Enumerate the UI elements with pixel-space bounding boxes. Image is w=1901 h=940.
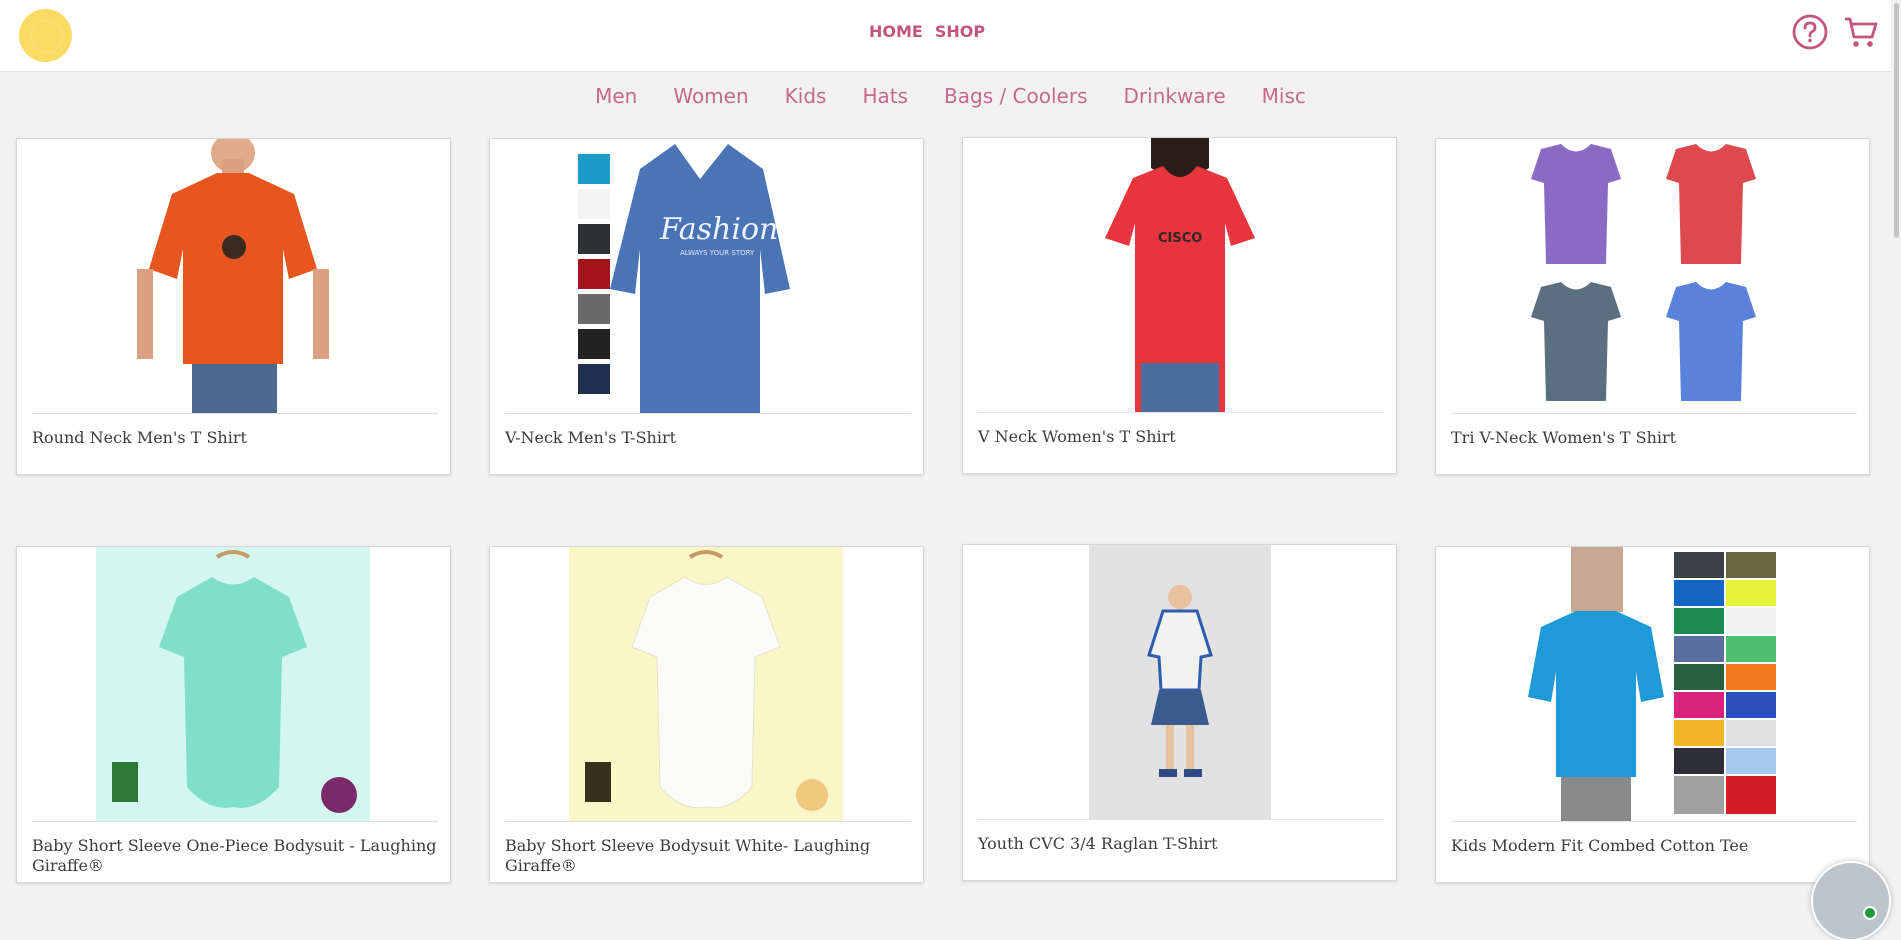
category-nav: Men Women Kids Hats Bags / Coolers Drink… [0, 84, 1901, 108]
category-bags-coolers[interactable]: Bags / Coolers [944, 84, 1088, 108]
online-status-dot [1863, 906, 1877, 920]
category-men[interactable]: Men [595, 84, 637, 108]
product-card[interactable]: Youth CVC 3/4 Raglan T-Shirt [962, 544, 1397, 881]
product-image[interactable] [17, 139, 450, 413]
chat-widget-avatar[interactable] [1811, 861, 1891, 940]
product-image[interactable]: Fashion ALWAYS YOUR STORY [490, 139, 923, 413]
shirt-graphic-text: CISCO [1158, 231, 1202, 246]
product-title[interactable]: Baby Short Sleeve Bodysuit White- Laughi… [505, 821, 911, 876]
product-title[interactable]: Baby Short Sleeve One-Piece Bodysuit - L… [32, 821, 438, 876]
logo[interactable] [19, 9, 72, 62]
product-image[interactable]: CISCO [963, 138, 1396, 412]
category-misc[interactable]: Misc [1262, 84, 1306, 108]
product-card[interactable]: Baby Short Sleeve One-Piece Bodysuit - L… [16, 546, 451, 883]
product-image[interactable] [490, 547, 923, 821]
shirt-graphic-text: Fashion [659, 212, 778, 247]
top-nav: HOME SHOP [869, 22, 985, 41]
product-title[interactable]: Kids Modern Fit Combed Cotton Tee [1451, 821, 1857, 856]
product-image[interactable] [963, 545, 1396, 819]
category-women[interactable]: Women [673, 84, 748, 108]
scrollbar-thumb[interactable] [1894, 3, 1899, 238]
product-title[interactable]: V Neck Women's T Shirt [978, 412, 1384, 447]
site-header: HOME SHOP [0, 0, 1901, 72]
product-image[interactable] [17, 547, 450, 821]
category-kids[interactable]: Kids [785, 84, 827, 108]
category-drinkware[interactable]: Drinkware [1124, 84, 1226, 108]
help-icon[interactable] [1792, 14, 1828, 50]
product-title[interactable]: V-Neck Men's T-Shirt [505, 413, 911, 448]
product-title[interactable]: Tri V-Neck Women's T Shirt [1451, 413, 1857, 448]
product-title[interactable]: Youth CVC 3/4 Raglan T-Shirt [978, 819, 1384, 854]
nav-home-link[interactable]: HOME [869, 22, 923, 41]
product-image[interactable] [1436, 139, 1869, 413]
product-image[interactable] [1436, 547, 1869, 821]
product-title[interactable]: Round Neck Men's T Shirt [32, 413, 438, 448]
product-card[interactable]: Fashion ALWAYS YOUR STORY V-Neck Men's T… [489, 138, 924, 475]
nav-shop-link[interactable]: SHOP [935, 22, 985, 41]
product-card[interactable]: Kids Modern Fit Combed Cotton Tee [1435, 546, 1870, 883]
category-hats[interactable]: Hats [862, 84, 908, 108]
product-card[interactable]: Round Neck Men's T Shirt [16, 138, 451, 475]
product-card[interactable]: Tri V-Neck Women's T Shirt [1435, 138, 1870, 475]
product-card[interactable]: CISCO V Neck Women's T Shirt [962, 137, 1397, 474]
shirt-graphic-subtext: ALWAYS YOUR STORY [680, 249, 755, 257]
cart-icon[interactable] [1843, 15, 1879, 49]
product-card[interactable]: Baby Short Sleeve Bodysuit White- Laughi… [489, 546, 924, 883]
